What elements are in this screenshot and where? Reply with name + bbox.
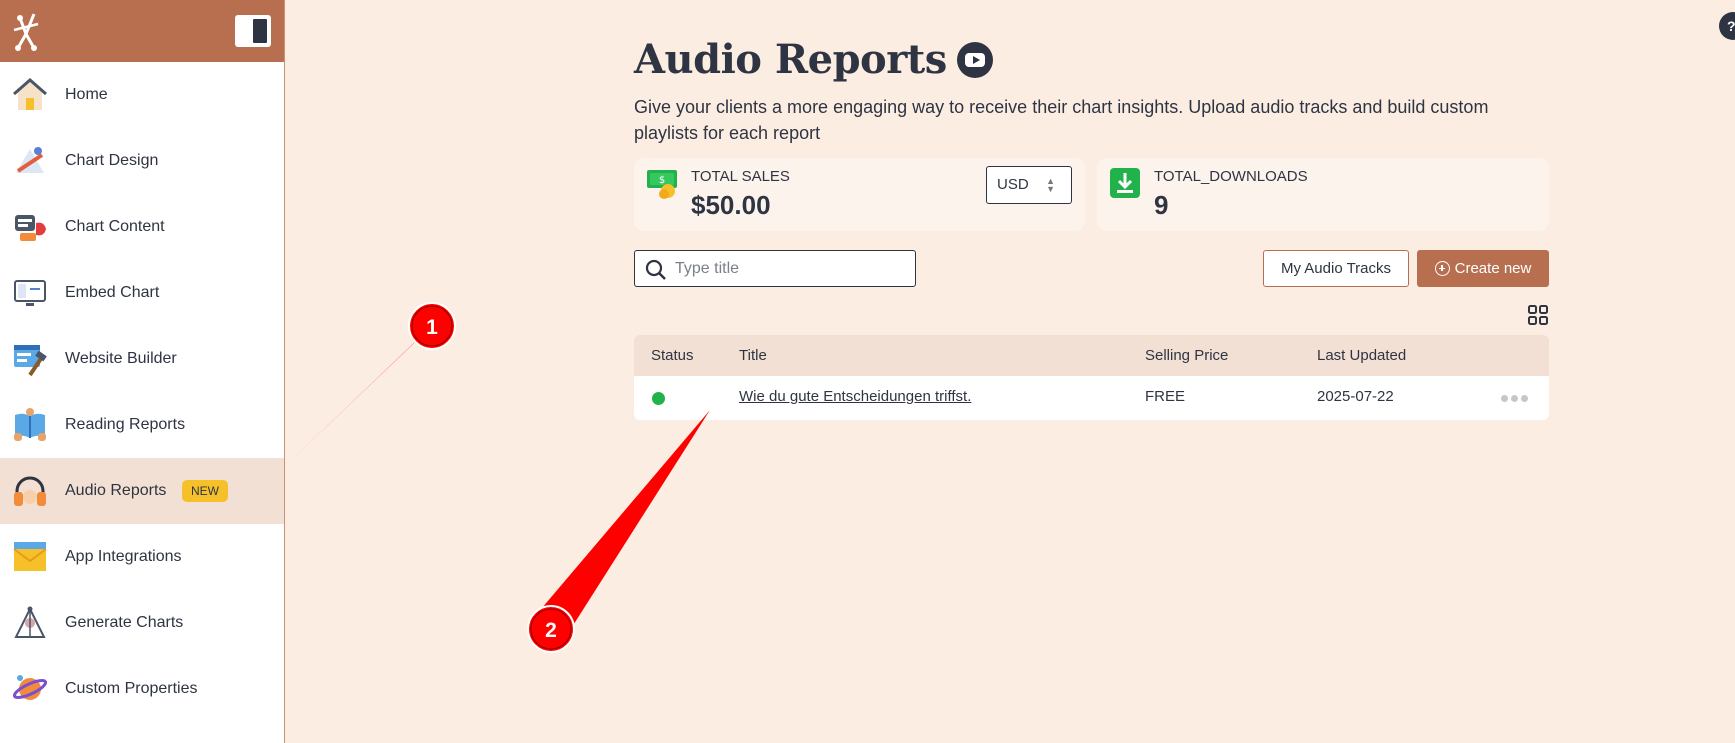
search-input[interactable] (675, 257, 905, 281)
sidebar-item-audio-reports[interactable]: Audio Reports NEW (0, 458, 284, 524)
chart-content-icon (15, 215, 46, 241)
title-row: Audio Reports (634, 36, 993, 83)
sidebar-item-label: Generate Charts (65, 614, 184, 631)
sidebar-item-label: Website Builder (65, 350, 177, 367)
grid-view-icon[interactable] (1528, 305, 1548, 325)
last-updated: 2025-07-22 (1317, 388, 1394, 405)
annotation-pointer-1 (283, 326, 432, 468)
annotation-marker-2-label: 2 (545, 619, 557, 642)
sidebar-item-app-integrations[interactable]: App Integrations (0, 524, 284, 590)
envelope-icon (13, 542, 47, 571)
selling-price: FREE (1145, 388, 1186, 405)
house-icon (13, 78, 47, 110)
annotation-marker-2-circle (527, 605, 575, 653)
create-new-label: Create new (1454, 260, 1532, 277)
money-icon: $ (647, 170, 677, 199)
sidebar-item-label: Chart Content (65, 218, 165, 235)
sidebar-item-label: Embed Chart (65, 284, 160, 301)
app-logo-icon[interactable] (10, 10, 42, 52)
total-sales-value: $50.00 (691, 190, 771, 220)
annotation-marker-1-label: 1 (426, 316, 438, 339)
sidebar-item-custom-properties[interactable]: Custom Properties (0, 656, 284, 722)
sidebar-item-label: Custom Properties (65, 680, 198, 697)
currency-select[interactable]: USD ▲ ▼ (986, 166, 1072, 204)
more-options-icon[interactable] (1501, 395, 1528, 402)
table-header: Status Title Selling Price Last Updated (634, 335, 1549, 376)
table-row: Wie du gute Entscheidungen triffst. FREE… (634, 376, 1549, 420)
total-sales-label: TOTAL SALES (691, 168, 790, 185)
sidebar-item-reading-reports[interactable]: Reading Reports (0, 392, 284, 458)
sidebar-item-embed-chart[interactable]: Embed Chart (0, 260, 284, 326)
column-header-updated: Last Updated (1317, 347, 1407, 364)
sidebar: Home Chart Design Chart Content Embed Ch… (0, 0, 285, 743)
sidebar-item-label: Home (65, 86, 108, 103)
search-box (634, 250, 916, 287)
sidebar-item-website-builder[interactable]: Website Builder (0, 326, 284, 392)
column-header-status: Status (651, 347, 694, 364)
search-icon (645, 259, 666, 280)
sidebar-item-home[interactable]: Home (0, 62, 284, 128)
website-builder-icon (14, 345, 47, 377)
chart-design-icon (16, 147, 44, 173)
select-arrows-icon: ▲ ▼ (1046, 176, 1055, 194)
report-title-link[interactable]: Wie du gute Entscheidungen triffst. (739, 388, 971, 405)
embed-chart-icon (14, 280, 46, 306)
sidebar-item-label: Reading Reports (65, 416, 186, 433)
sidebar-item-label: App Integrations (65, 548, 182, 565)
sidebar-nav: Home Chart Design Chart Content Embed Ch… (0, 62, 284, 722)
youtube-video-icon[interactable] (956, 41, 993, 78)
audio-reports-table: Status Title Selling Price Last Updated … (634, 335, 1549, 420)
sidebar-item-generate-charts[interactable]: Generate Charts (0, 590, 284, 656)
annotation-marker-1-circle (408, 302, 456, 350)
help-button[interactable]: ? (1719, 12, 1735, 40)
currency-value: USD (997, 176, 1029, 193)
sidebar-item-chart-design[interactable]: Chart Design (0, 128, 284, 194)
column-header-price: Selling Price (1145, 347, 1229, 364)
column-header-title: Title (739, 347, 767, 364)
svg-text:$: $ (659, 175, 665, 186)
total-downloads-label: TOTAL_DOWNLOADS (1154, 168, 1308, 185)
sidebar-item-label: Audio Reports (65, 482, 167, 499)
generate-charts-icon (14, 606, 46, 638)
total-downloads-card: TOTAL_DOWNLOADS 9 (1097, 158, 1549, 231)
total-downloads-value: 9 (1154, 190, 1169, 220)
total-sales-card: $ TOTAL SALES $50.00 USD ▲ ▼ (634, 158, 1085, 231)
sidebar-header (0, 0, 284, 62)
sidebar-item-chart-content[interactable]: Chart Content (0, 194, 284, 260)
sidebar-collapse-button[interactable] (235, 15, 271, 47)
sidebar-item-label: Chart Design (65, 152, 159, 169)
planet-icon (12, 675, 48, 700)
annotation-pointer-2 (536, 410, 710, 638)
plus-circle-icon (1434, 261, 1450, 276)
download-icon (1110, 168, 1140, 198)
new-badge: NEW (182, 480, 228, 502)
reading-reports-icon (14, 408, 46, 441)
status-active-dot (652, 392, 665, 405)
create-new-button[interactable]: Create new (1417, 250, 1549, 287)
my-audio-tracks-button[interactable]: My Audio Tracks (1263, 250, 1409, 287)
page-title: Audio Reports (634, 36, 947, 83)
headphones-icon (14, 476, 46, 506)
page-subtitle: Give your clients a more engaging way to… (634, 97, 1489, 143)
